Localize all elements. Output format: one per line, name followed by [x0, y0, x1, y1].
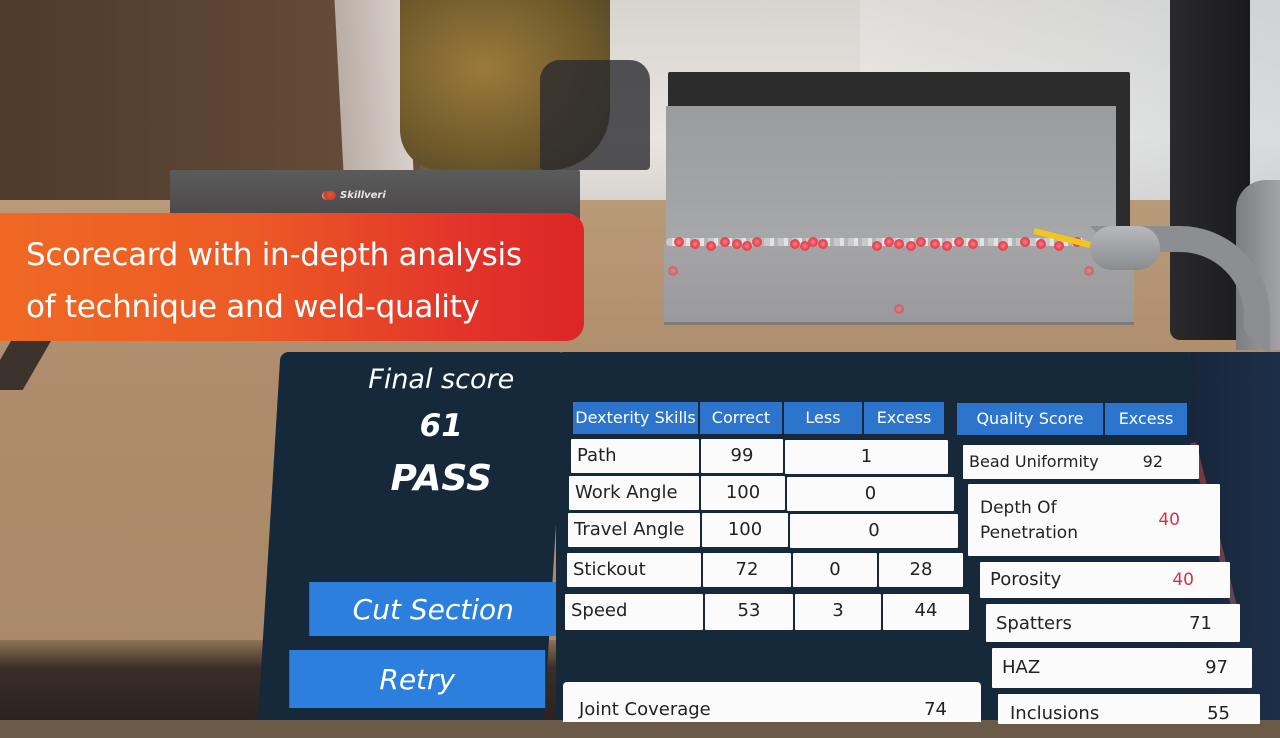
defect-marker — [998, 241, 1008, 251]
defect-marker — [674, 237, 684, 247]
caption-line-1: Scorecard with in-depth analysis — [26, 237, 522, 273]
defect-marker — [1054, 241, 1064, 251]
defect-marker — [872, 241, 882, 251]
skill-name: Work Angle — [569, 476, 699, 510]
office-chair — [540, 60, 650, 170]
quality-name: Bead Uniformity — [969, 452, 1099, 471]
defect-marker — [818, 239, 828, 249]
quality-row: Bead Uniformity 92 — [963, 445, 1199, 479]
skill-correct: 53 — [705, 594, 793, 630]
defect-marker — [742, 241, 752, 251]
defect-marker — [790, 239, 800, 249]
defect-marker — [954, 237, 964, 247]
defect-marker — [884, 237, 894, 247]
quality-value: 71 — [1189, 613, 1212, 634]
quality-name: HAZ — [1002, 657, 1041, 678]
final-result: PASS — [390, 458, 493, 499]
quality-name: Spatters — [996, 613, 1072, 634]
defect-marker — [894, 304, 904, 314]
retry-button[interactable]: Retry — [289, 650, 546, 708]
joint-coverage-value: 74 — [924, 699, 947, 720]
defect-marker — [668, 266, 678, 276]
defect-marker — [706, 241, 716, 251]
skill-name: Path — [571, 439, 699, 473]
defect-marker — [894, 239, 904, 249]
quality-row: Depth Of Penetration 40 — [968, 484, 1220, 556]
defect-marker — [1036, 239, 1046, 249]
final-score-panel: Final score 61 PASS Cut Section Retry — [258, 352, 567, 720]
defect-marker — [808, 237, 818, 247]
dexterity-header-less: Less — [784, 402, 862, 434]
skill-name: Stickout — [567, 553, 701, 587]
skill-name: Travel Angle — [568, 513, 700, 547]
quality-row: HAZ 97 — [992, 648, 1252, 688]
quality-row: Porosity 40 — [980, 562, 1230, 598]
brand-logo: Skillveri — [322, 190, 386, 201]
defect-marker — [690, 239, 700, 249]
cut-section-button[interactable]: Cut Section — [309, 582, 558, 636]
final-score-value: 61 — [419, 408, 463, 444]
defect-marker — [752, 237, 762, 247]
dexterity-header-skill: Dexterity Skills — [573, 402, 698, 434]
defect-marker — [968, 239, 978, 249]
dexterity-header-excess: Excess — [864, 402, 944, 434]
skill-correct: 72 — [703, 553, 791, 587]
quality-value: 55 — [1207, 703, 1230, 724]
quality-name-line-2: Penetration — [980, 523, 1078, 543]
skill-name: Speed — [565, 594, 703, 630]
quality-value: 92 — [1142, 452, 1163, 471]
defect-marker — [916, 237, 926, 247]
skill-excess: 28 — [879, 553, 963, 587]
skill-correct: 99 — [701, 439, 783, 473]
welding-torch — [1090, 226, 1160, 270]
defect-marker — [732, 239, 742, 249]
skill-excess: 44 — [883, 594, 969, 630]
quality-name: Porosity — [990, 569, 1062, 590]
defect-marker — [1020, 237, 1030, 247]
quality-name: Inclusions — [1010, 703, 1100, 724]
defect-marker — [942, 241, 952, 251]
skill-less: 3 — [795, 594, 881, 630]
defect-marker — [906, 241, 916, 251]
defect-marker — [930, 239, 940, 249]
quality-value: 40 — [1172, 570, 1194, 590]
quality-row: Spatters 71 — [986, 604, 1240, 642]
weld-coupon-vertical-plate — [666, 106, 1116, 244]
skill-less: 0 — [793, 553, 877, 587]
quality-value: 97 — [1205, 657, 1228, 678]
defect-marker — [720, 237, 730, 247]
dexterity-header-correct: Correct — [700, 402, 782, 434]
skill-deviation: 1 — [785, 440, 948, 474]
quality-value: 40 — [1158, 510, 1180, 530]
caption-line-2: of technique and weld-quality — [26, 289, 480, 325]
quality-header-excess: Excess — [1105, 403, 1187, 435]
skill-correct: 100 — [702, 513, 788, 547]
skill-correct: 100 — [701, 476, 785, 510]
quality-name-line-1: Depth Of — [980, 498, 1057, 518]
skill-deviation: 0 — [790, 514, 958, 548]
skill-deviation: 0 — [787, 477, 954, 511]
brand-logo-icon — [322, 191, 336, 200]
brand-name: Skillveri — [340, 190, 386, 201]
caption-banner: Scorecard with in-depth analysis of tech… — [0, 213, 584, 341]
joint-coverage-row: Joint Coverage 74 — [563, 682, 981, 722]
quality-header-name: Quality Score — [957, 403, 1103, 435]
final-score-label: Final score — [368, 364, 515, 395]
joint-coverage-label: Joint Coverage — [579, 699, 711, 720]
